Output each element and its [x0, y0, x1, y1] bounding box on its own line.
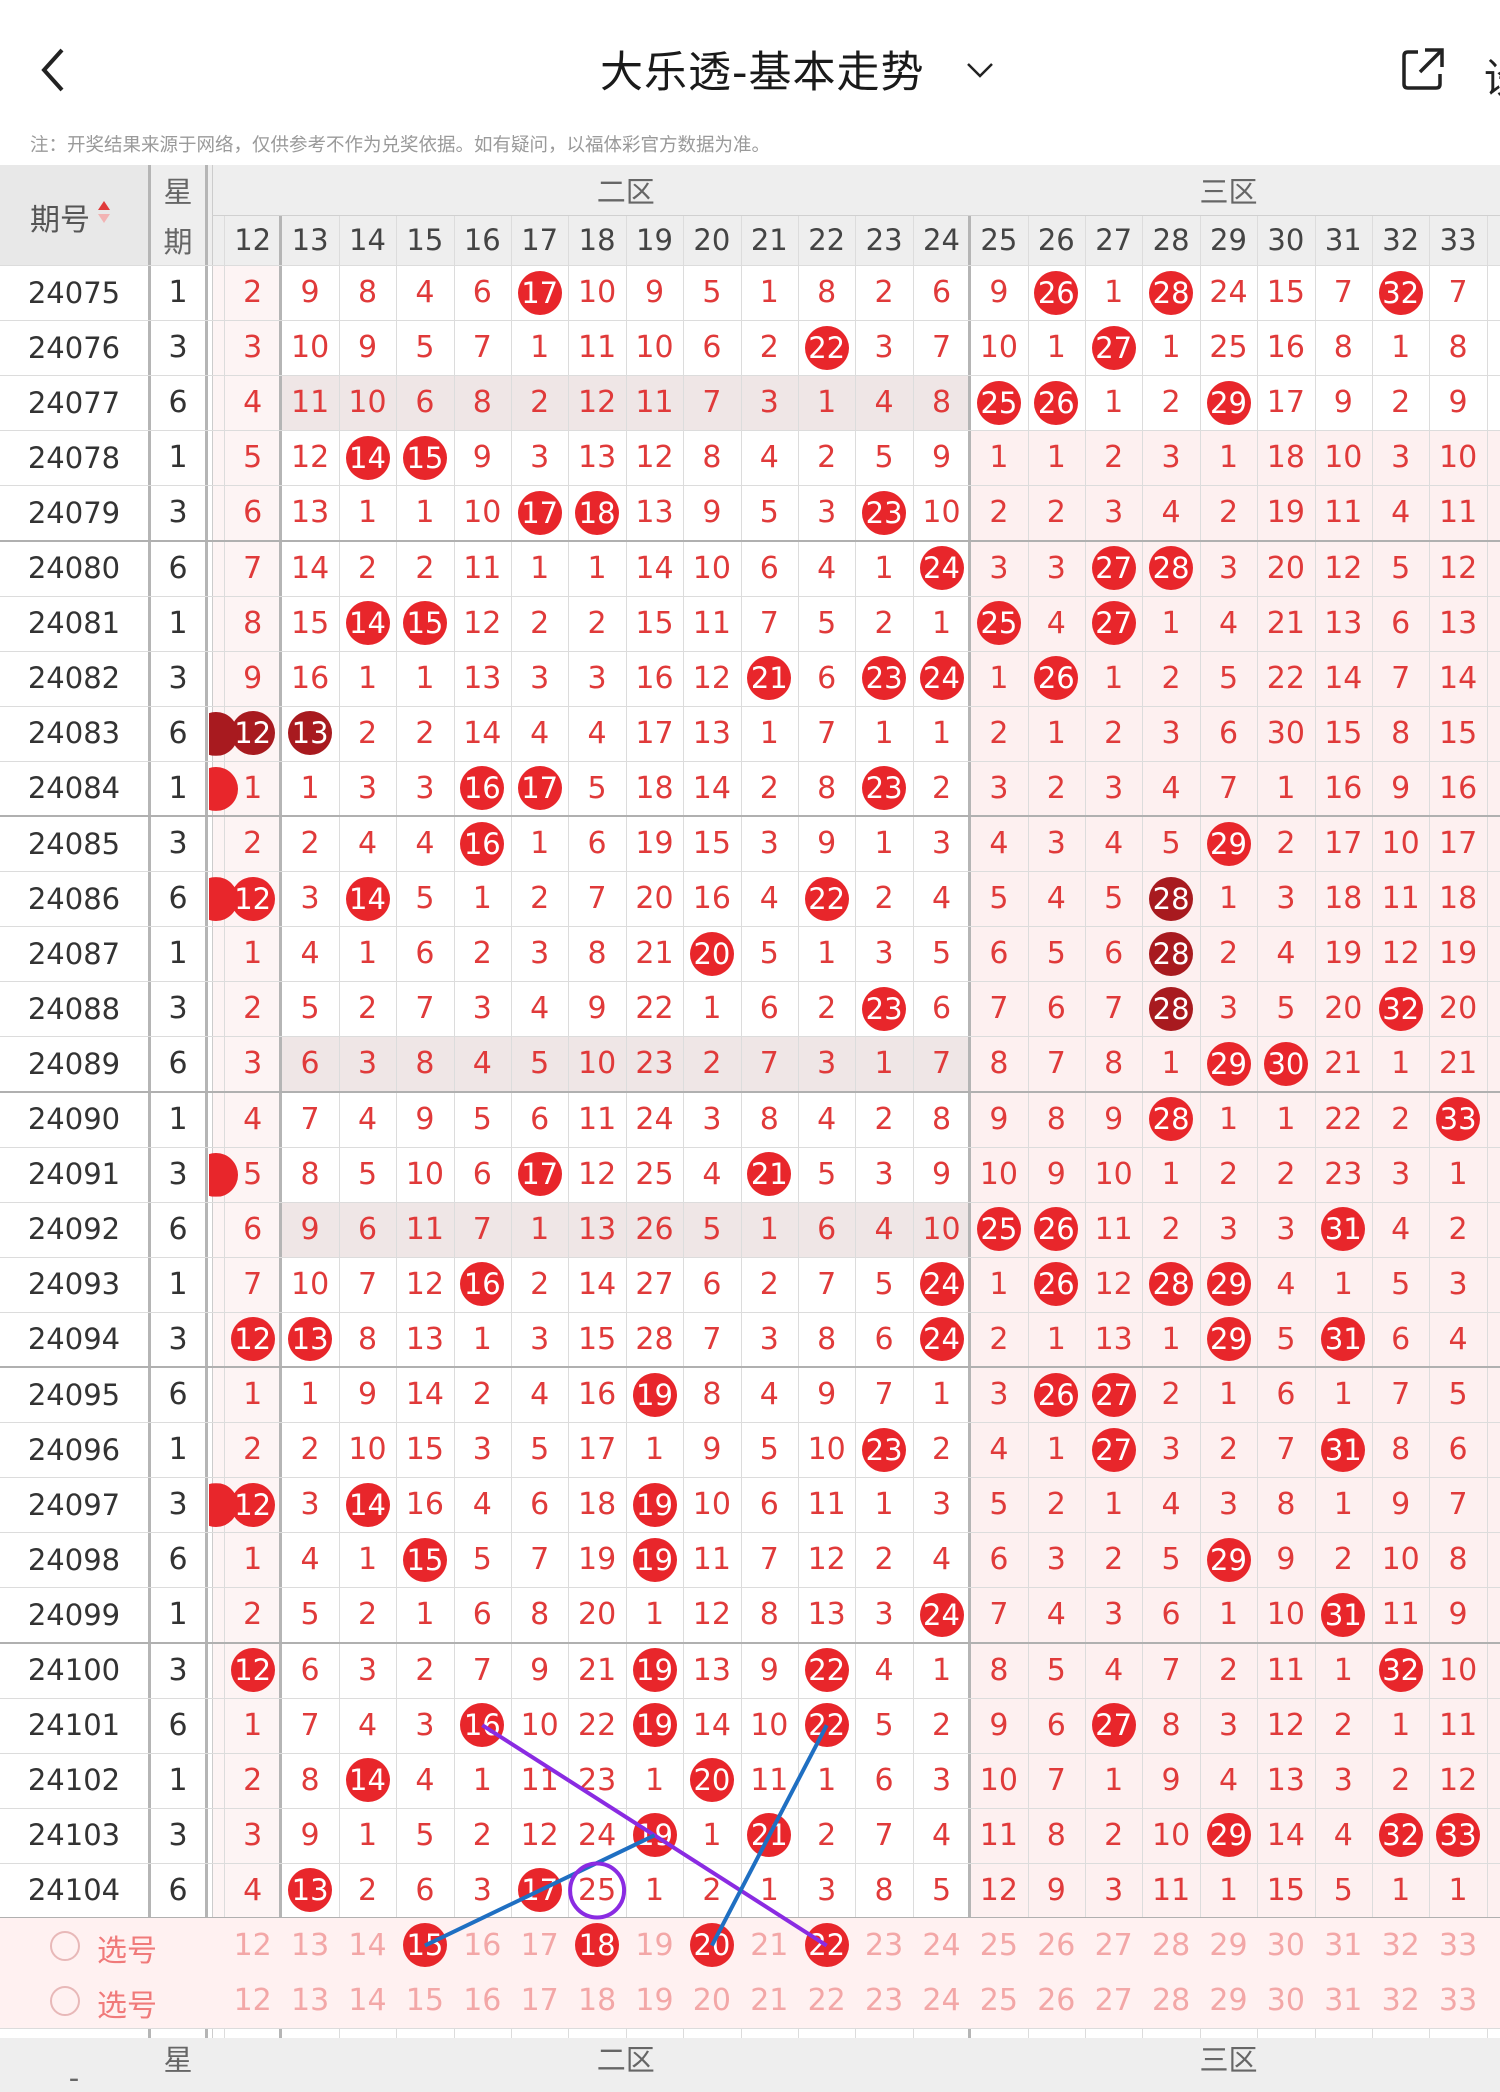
settings-label-cut[interactable]: 设	[1484, 46, 1500, 104]
page-title[interactable]: 大乐透-基本走势	[600, 38, 925, 100]
back-arrow-icon	[41, 48, 64, 92]
trend-table: 期号星期二区 三区 12 13 14 15 16 17 18 19 20 21 22 23 24 25 26 27…	[0, 165, 1500, 2092]
share-icon[interactable]	[1398, 44, 1448, 94]
disclaimer-note: 注：开奖结果来源于网络，仅供参考不作为兑奖依据。如有疑问，以福体彩官方数据为准。	[30, 135, 771, 156]
chevron-down-icon[interactable]	[962, 52, 998, 88]
blue-trend-line	[710, 1724, 829, 1947]
highlight-circle	[568, 1861, 627, 1920]
blue-trend-line	[424, 1833, 656, 1948]
annotation-overlay	[424, 1723, 829, 1948]
back-button[interactable]	[30, 38, 80, 98]
top-bar: 大乐透-基本走势 设 注：开奖结果来源于网络，仅供参考不作为兑奖依据。如有疑问，…	[0, 0, 1500, 156]
